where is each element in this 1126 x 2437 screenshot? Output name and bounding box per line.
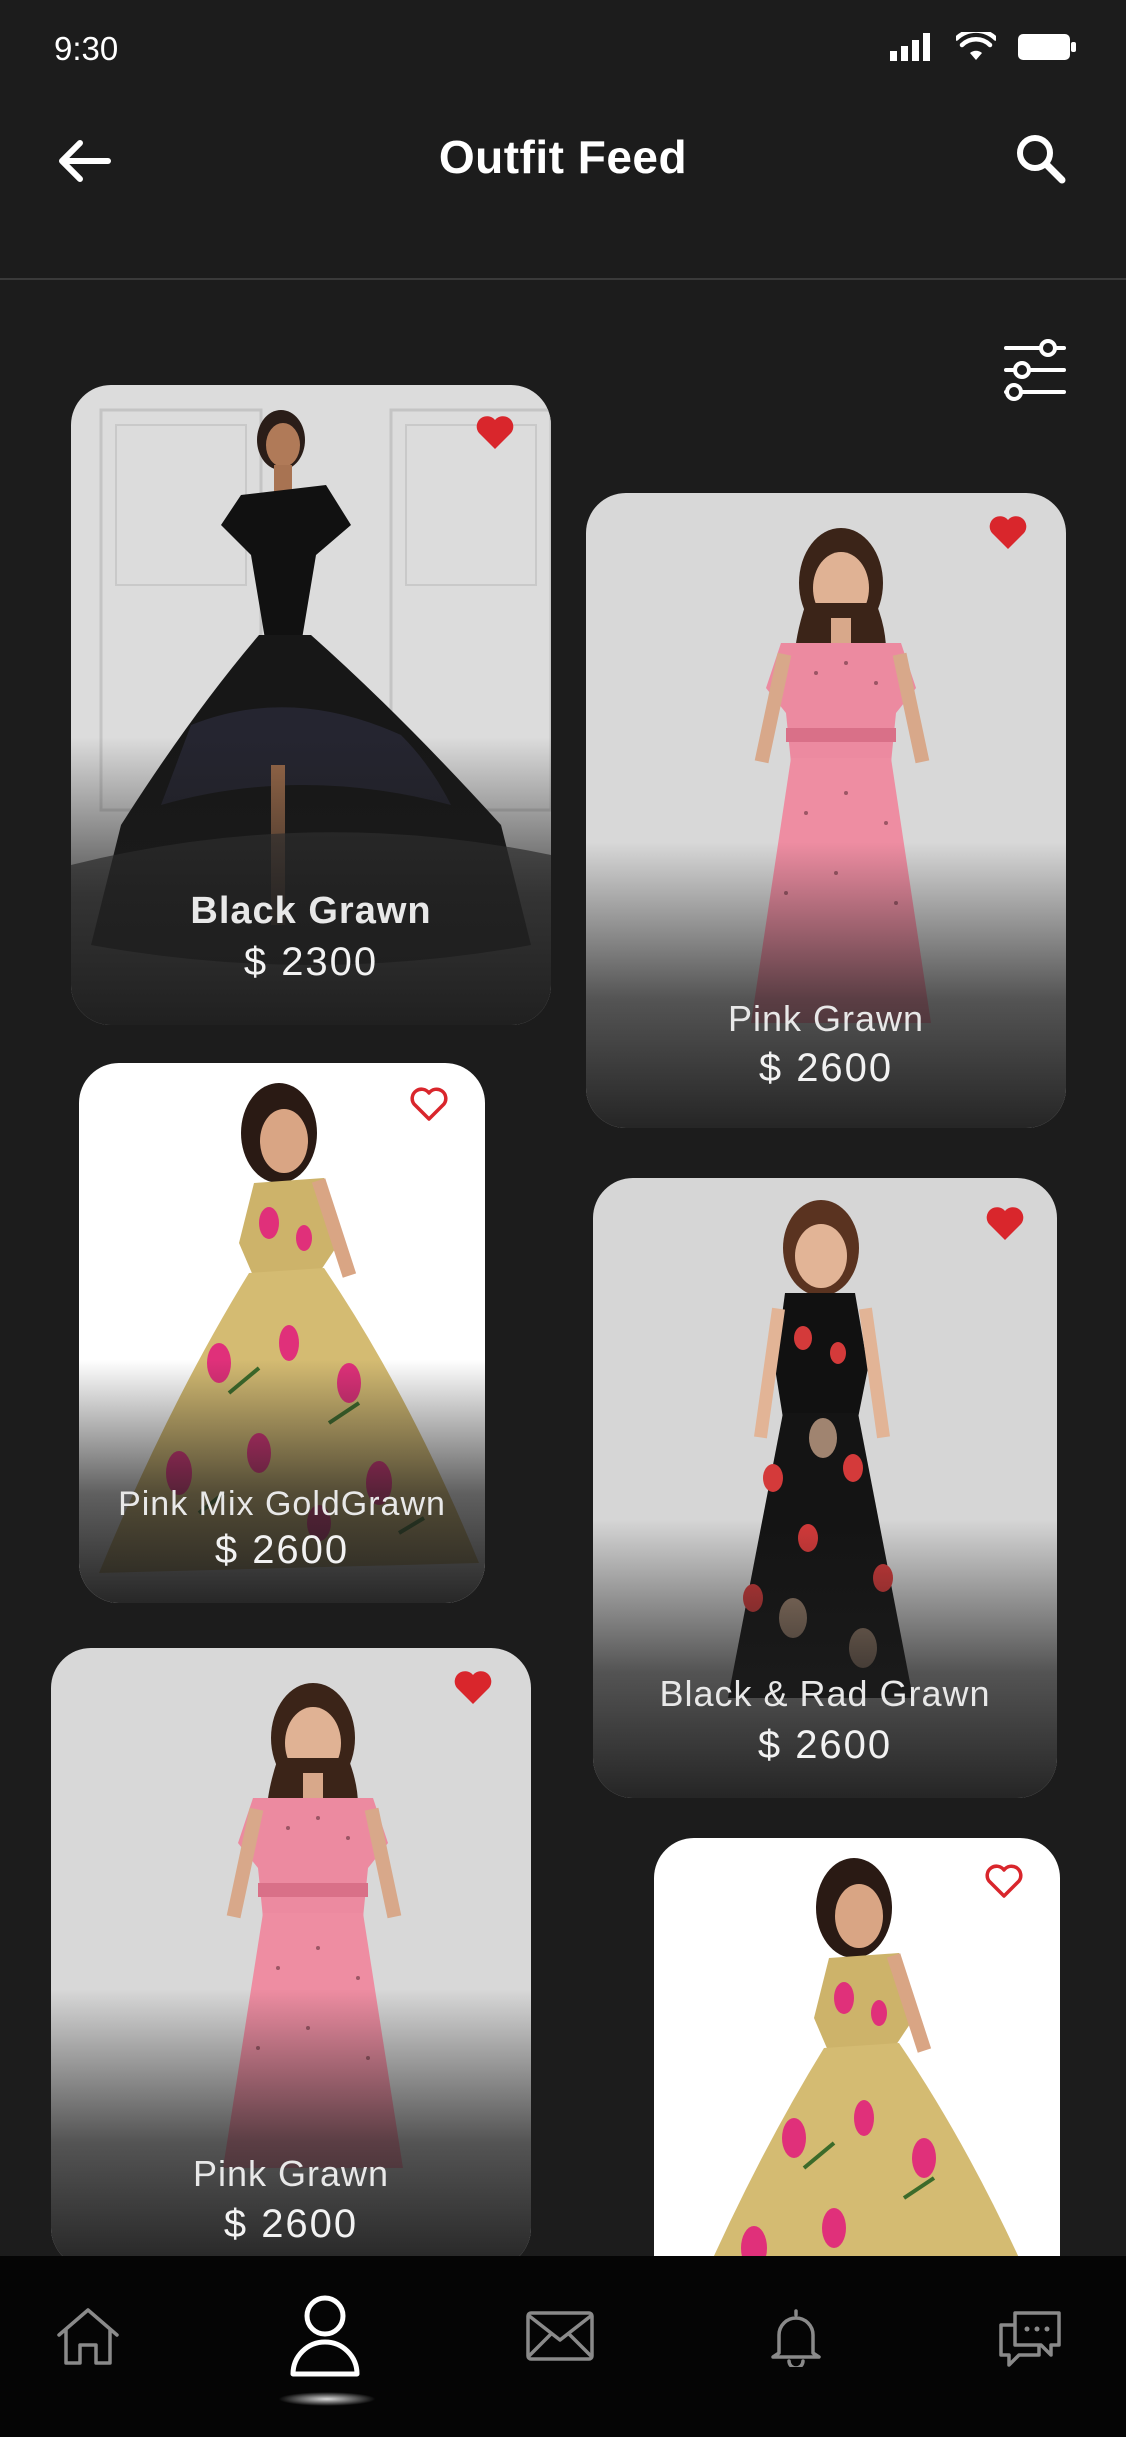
product-card[interactable]: Pink Mix GoldGrawn $ 2600 [79,1063,485,1603]
chat-icon [999,2311,1061,2367]
product-card[interactable]: Black & Rad Grawn $ 2600 [593,1178,1057,1798]
product-card[interactable]: Black Grawn $ 2300 [71,385,551,1025]
product-price: $ 2600 [223,2202,359,2246]
product-price: $ 2600 [758,1046,894,1090]
product-name: Pink Grawn [727,998,925,1039]
product-price: $ 2300 [243,940,379,984]
product-price: $ 2600 [214,1528,350,1572]
heart-filled-icon[interactable] [475,415,515,451]
active-indicator [278,2392,376,2406]
header: Outfit Feed [0,100,1126,280]
battery-icon [1018,34,1076,60]
product-name: Black & Rad Grawn [659,1673,991,1714]
profile-icon [290,2295,360,2377]
heart-filled-icon[interactable] [453,1670,493,1706]
heart-filled-icon[interactable] [985,1206,1025,1242]
product-name: Black Grawn [190,890,432,932]
home-icon [57,2308,119,2365]
wifi-icon [956,32,996,60]
product-price: $ 2600 [757,1723,893,1767]
heart-outline-icon[interactable] [984,1864,1024,1900]
filter-sliders-icon[interactable] [1004,338,1066,402]
header-divider [0,278,1126,280]
status-bar: 9:30 [0,0,1126,100]
page-title: Outfit Feed [438,131,688,183]
nav-notifications[interactable] [756,2296,836,2376]
cellular-signal-icon [890,33,930,61]
mail-icon [526,2311,594,2361]
nav-profile[interactable] [285,2286,365,2386]
nav-messages[interactable] [520,2296,600,2376]
nav-chat[interactable] [990,2296,1070,2376]
search-icon[interactable] [1014,132,1066,184]
product-name: Pink Grawn [192,2153,390,2194]
nav-home[interactable] [48,2296,128,2376]
heart-filled-icon[interactable] [988,515,1028,551]
status-icons [890,32,1076,62]
product-card[interactable]: Pink Grawn $ 2600 [586,493,1066,1128]
product-name: Pink Mix GoldGrawn [118,1485,446,1523]
product-card[interactable]: Pink Grawn $ 2600 [51,1648,531,2268]
bell-icon [771,2309,821,2367]
status-time: 9:30 [54,30,119,67]
heart-outline-icon[interactable] [409,1087,449,1123]
bottom-nav [0,2256,1126,2437]
